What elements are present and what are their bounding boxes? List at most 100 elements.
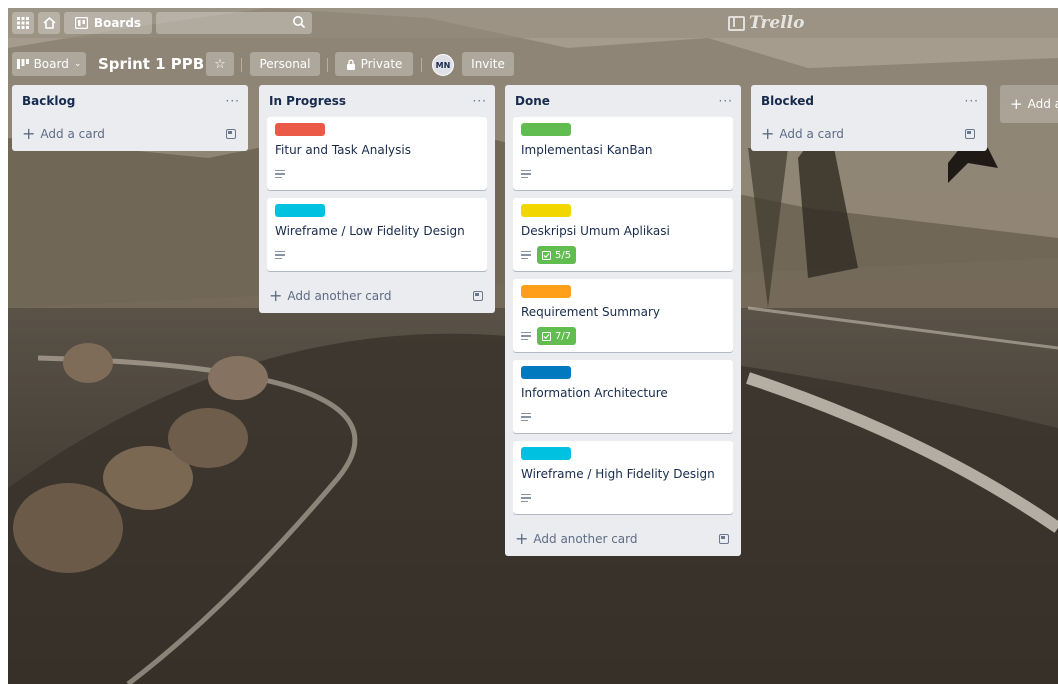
- board-view-label: Board: [33, 57, 69, 71]
- trello-logo[interactable]: Trello: [728, 12, 804, 34]
- list-menu-button[interactable]: ···: [473, 94, 487, 108]
- add-card-label: Add another card: [287, 289, 392, 303]
- plus-icon: +: [761, 124, 775, 143]
- member-avatar[interactable]: MN: [432, 54, 454, 76]
- list-header: Done ···: [513, 85, 733, 117]
- search-icon: [293, 16, 306, 29]
- description-icon: [275, 250, 285, 260]
- search-input[interactable]: [156, 12, 312, 34]
- description-icon: [521, 331, 531, 341]
- checklist-badge: 7/7: [537, 327, 577, 345]
- description-icon: [275, 169, 285, 179]
- divider: [421, 58, 422, 72]
- chevron-down-icon: ⌄: [73, 59, 82, 69]
- trello-logo-icon: [728, 15, 745, 31]
- add-list-label: Add a: [1027, 97, 1058, 111]
- list-title[interactable]: Done: [515, 94, 550, 108]
- checklist-icon: [542, 250, 551, 260]
- description-icon: [521, 493, 531, 503]
- card-label-sky: [275, 204, 325, 217]
- card-title: Requirement Summary: [521, 305, 660, 319]
- lock-icon: [346, 59, 355, 70]
- home-button[interactable]: [38, 12, 60, 34]
- board-title[interactable]: Sprint 1 PPB: [98, 52, 204, 76]
- team-button[interactable]: Personal: [250, 52, 320, 76]
- list-header: Blocked ···: [759, 85, 979, 117]
- card-label-orange: [521, 285, 571, 298]
- checklist-icon: [542, 331, 551, 341]
- add-card-button[interactable]: + Add another card: [267, 279, 487, 313]
- divider: [327, 58, 328, 72]
- checklist-count: 5/5: [555, 249, 572, 261]
- description-icon: [521, 250, 531, 260]
- card[interactable]: Information Architecture: [513, 360, 733, 433]
- list-menu-button[interactable]: ···: [226, 94, 240, 108]
- list-title[interactable]: Blocked: [761, 94, 814, 108]
- checklist-badge: 5/5: [537, 246, 577, 264]
- card-title: Wireframe / Low Fidelity Design: [275, 224, 465, 238]
- card[interactable]: Wireframe / Low Fidelity Design: [267, 198, 487, 271]
- card-template-icon[interactable]: [719, 534, 729, 544]
- description-icon: [521, 412, 531, 422]
- board-icon: [74, 17, 88, 29]
- card[interactable]: Implementasi KanBan: [513, 117, 733, 190]
- board-background: Boards Trello Board ⌄ Sprint 1 PPB ☆ Per…: [8, 8, 1058, 684]
- card-title: Fitur and Task Analysis: [275, 143, 411, 157]
- list-menu-button[interactable]: ···: [719, 94, 733, 108]
- card[interactable]: Fitur and Task Analysis: [267, 117, 487, 190]
- card-template-icon[interactable]: [965, 129, 975, 139]
- home-icon: [42, 17, 56, 29]
- divider: [241, 58, 242, 72]
- add-card-button[interactable]: + Add another card: [513, 522, 733, 556]
- plus-icon: +: [269, 286, 283, 305]
- list-menu-button[interactable]: ···: [965, 94, 979, 108]
- card[interactable]: Requirement Summary 7/7: [513, 279, 733, 352]
- card-label-yellow: [521, 204, 571, 217]
- plus-icon: +: [1010, 95, 1023, 113]
- card-template-icon[interactable]: [473, 291, 483, 301]
- star-icon: ☆: [214, 56, 226, 72]
- boards-label: Boards: [93, 16, 142, 30]
- add-list-button[interactable]: + Add a: [1000, 85, 1058, 123]
- add-card-button[interactable]: + Add a card: [759, 117, 979, 151]
- logo-text: Trello: [749, 13, 805, 33]
- card-title: Implementasi KanBan: [521, 143, 653, 157]
- list-header: Backlog ···: [20, 85, 240, 117]
- card-template-icon[interactable]: [226, 129, 236, 139]
- list-in-progress: In Progress ··· Fitur and Task Analysis …: [259, 85, 495, 313]
- list-title[interactable]: Backlog: [22, 94, 75, 108]
- apps-grid-button[interactable]: [12, 12, 34, 34]
- add-card-label: Add another card: [533, 532, 638, 546]
- card[interactable]: Wireframe / High Fidelity Design: [513, 441, 733, 514]
- plus-icon: +: [22, 124, 36, 143]
- list-header: In Progress ···: [267, 85, 487, 117]
- card-label-blue: [521, 366, 571, 379]
- card-title: Deskripsi Umum Aplikasi: [521, 224, 670, 238]
- description-icon: [521, 169, 531, 179]
- list-blocked: Blocked ··· + Add a card: [751, 85, 987, 151]
- add-card-label: Add a card: [40, 127, 105, 141]
- card[interactable]: Deskripsi Umum Aplikasi 5/5: [513, 198, 733, 271]
- checklist-count: 7/7: [555, 330, 572, 342]
- card-title: Information Architecture: [521, 386, 668, 400]
- list-backlog: Backlog ··· + Add a card: [12, 85, 248, 151]
- visibility-button[interactable]: Private: [335, 52, 413, 76]
- plus-icon: +: [515, 529, 529, 548]
- add-card-button[interactable]: + Add a card: [20, 117, 240, 151]
- app-header: Boards Trello: [8, 8, 1058, 38]
- grid-icon: [17, 17, 29, 29]
- card-label-red: [275, 123, 325, 136]
- add-card-label: Add a card: [779, 127, 844, 141]
- card-label-green: [521, 123, 571, 136]
- board-header: Board ⌄ Sprint 1 PPB ☆ Personal Private …: [8, 48, 1058, 78]
- card-title: Wireframe / High Fidelity Design: [521, 467, 715, 481]
- list-title[interactable]: In Progress: [269, 94, 346, 108]
- board-view-switcher[interactable]: Board ⌄: [12, 52, 86, 76]
- list-done: Done ··· Implementasi KanBan Deskripsi U…: [505, 85, 741, 556]
- boards-button[interactable]: Boards: [64, 12, 152, 34]
- star-button[interactable]: ☆: [206, 52, 234, 76]
- card-label-sky: [521, 447, 571, 460]
- board-view-icon: [16, 59, 29, 69]
- visibility-label: Private: [360, 57, 403, 71]
- invite-button[interactable]: Invite: [462, 52, 514, 76]
